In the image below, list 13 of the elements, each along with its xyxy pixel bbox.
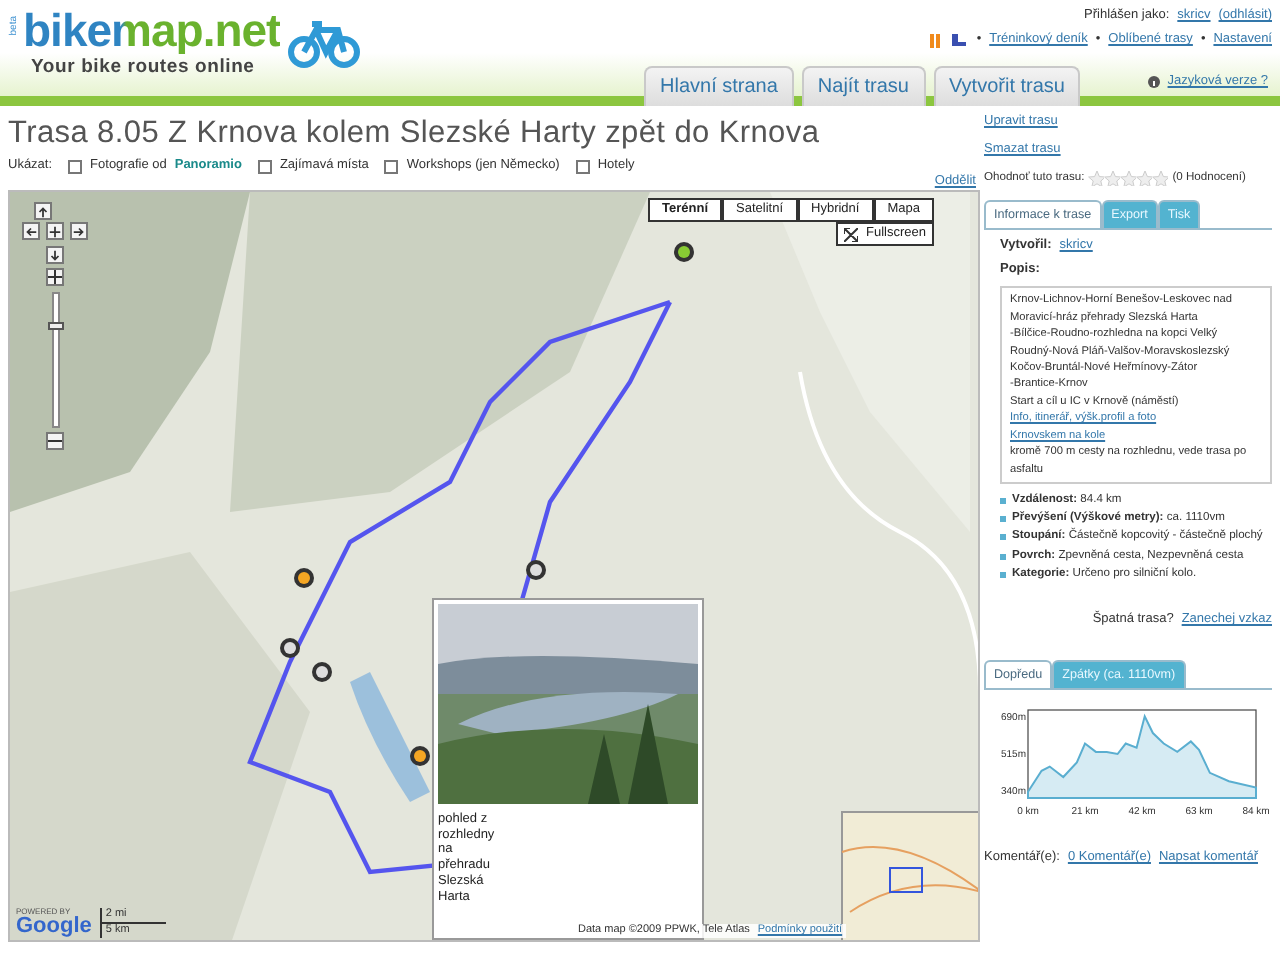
info-icon xyxy=(1147,76,1160,88)
logo-text[interactable]: bikemap.net xyxy=(23,8,281,54)
checkbox[interactable] xyxy=(68,159,83,173)
nav-tab[interactable]: Vytvořit trasu xyxy=(933,66,1081,106)
star-rating[interactable] xyxy=(1088,170,1169,186)
route-title: Trasa 8.05 Z Krnova kolem Slezské Harty zpět do Krnova xyxy=(8,116,822,152)
checkbox[interactable] xyxy=(257,159,272,173)
checkbox[interactable] xyxy=(384,159,399,173)
nav-tab[interactable]: Najít trasu xyxy=(801,66,925,106)
tagline: Your bike routes online xyxy=(31,54,257,82)
nav-tab[interactable]: Hlavní strana xyxy=(644,66,794,106)
checkbox[interactable] xyxy=(575,159,590,173)
bicycle-icon xyxy=(288,16,361,68)
